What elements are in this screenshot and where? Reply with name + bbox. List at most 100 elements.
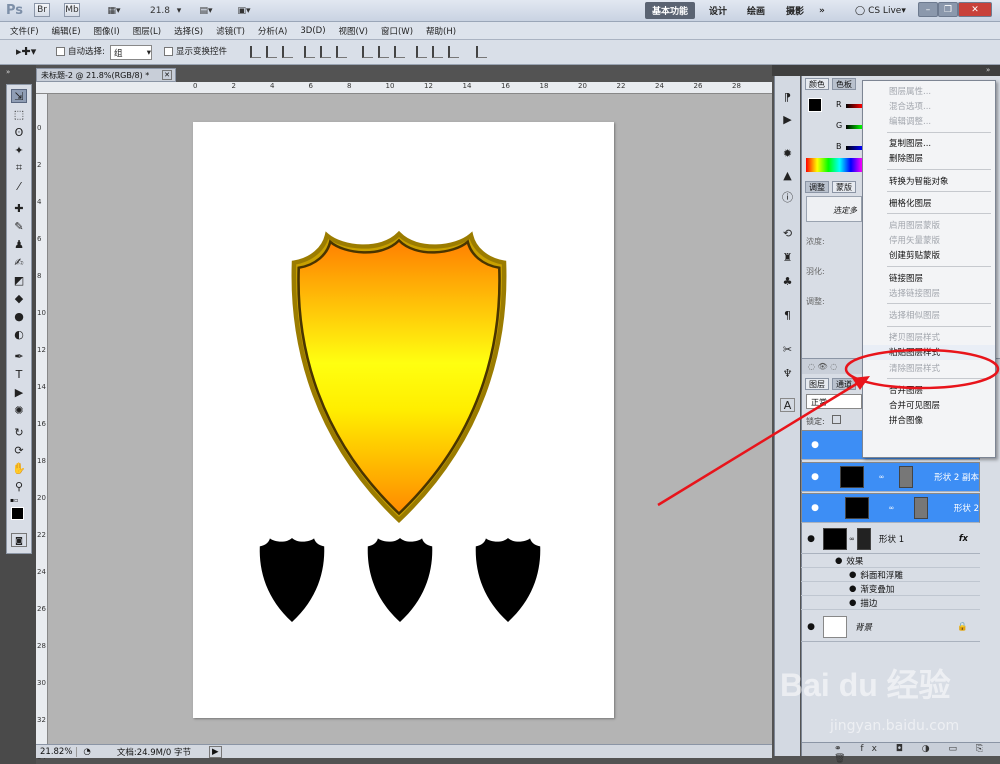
menu-item[interactable]: 复制图层... (863, 136, 995, 151)
menu-item[interactable]: 合并图层 (863, 382, 995, 397)
lock-transparency-icon[interactable] (832, 415, 841, 424)
menu-item: 拷贝图层样式 (889, 333, 941, 344)
menu-item[interactable]: 链接图层 (863, 270, 995, 285)
status-icon[interactable]: ◔ (77, 747, 96, 757)
vector-mask-thumbnail (914, 497, 929, 519)
eye-icon[interactable]: ● (805, 622, 817, 632)
tool-presets-icon[interactable]: ⟲ (780, 226, 795, 240)
history-panel-icon[interactable]: ⁋ (780, 90, 795, 104)
menu-item: 清除图层样式 (889, 363, 941, 374)
effects-header[interactable]: ● 效果 (801, 554, 980, 568)
color-ramp[interactable] (806, 158, 862, 172)
vector-mask-thumbnail (899, 466, 914, 488)
actions-panel-icon[interactable]: ▶ (780, 112, 795, 126)
menu-separator (887, 378, 991, 380)
blend-mode-dropdown[interactable]: 正常 (806, 394, 862, 409)
menu-separator (887, 266, 991, 267)
mask-feather-label: 羽化: (806, 267, 825, 276)
navigator-panel-icon[interactable]: ▲ (780, 168, 795, 182)
fx-badge[interactable]: fx (959, 534, 968, 544)
status-arrow-icon[interactable]: ▶ (208, 745, 222, 758)
menu-item[interactable]: 合并可见图层 (863, 397, 995, 412)
watermark-url: jingyan.baidu.com (830, 718, 960, 734)
eye-icon[interactable]: ● (809, 503, 821, 513)
status-doc-info: 文档:24.9M/0 字节 (116, 747, 191, 758)
tab-color[interactable]: 颜色 (805, 78, 829, 90)
tab-channels[interactable]: 通道 (832, 378, 856, 390)
menu-item: 选择链接图层 (889, 288, 941, 299)
tab-swatches[interactable]: 色板 (832, 78, 856, 90)
slider-g[interactable] (846, 125, 862, 129)
slider-r[interactable] (846, 104, 862, 108)
tab-layers[interactable]: 图层 (805, 378, 829, 390)
link-icon: ∞ (888, 504, 895, 512)
layer-name: 形状 2 副本 (934, 473, 979, 483)
menu-item[interactable]: 创建剪贴蒙版 (863, 248, 995, 263)
eye-icon[interactable]: ● (809, 472, 821, 482)
menu-item[interactable]: 栅格化图层 (863, 195, 995, 210)
menu-item[interactable]: 删除图层 (863, 151, 995, 166)
effects-header-label: 效果 (846, 556, 864, 567)
effect-item[interactable]: ● 斜面和浮雕 (801, 568, 980, 582)
layer-name: 形状 1 (879, 534, 905, 545)
eye-icon[interactable]: ● (849, 584, 856, 594)
watermark-brand: Bai du 经验 (780, 667, 951, 703)
eye-icon[interactable]: ● (835, 556, 842, 566)
large-shield (294, 234, 504, 520)
styles-panel-icon[interactable]: ♆ (780, 366, 795, 380)
mask-adjust-label: 调整: (806, 297, 825, 306)
layer-row[interactable]: ● ∞ 形状 1 fx (801, 524, 980, 554)
brushes-panel-icon[interactable]: ♜ (780, 250, 795, 264)
effect-label: 描边 (860, 598, 878, 609)
layer-name: 背景 (855, 622, 873, 633)
menu-item: 编辑调整... (889, 116, 932, 127)
menu-separator (887, 325, 991, 327)
menu-separator (887, 191, 991, 193)
effect-item[interactable]: ● 渐变叠加 (801, 582, 980, 596)
eye-icon[interactable]: ● (849, 570, 856, 580)
effect-label: 斜面和浮雕 (860, 570, 903, 581)
layer-thumbnail (823, 615, 847, 638)
eye-icon[interactable]: ● (809, 440, 821, 450)
small-shield-1 (259, 538, 325, 622)
layer-row[interactable]: ● ∞ 形状 2 (801, 493, 980, 523)
status-bar: 21.82% ◔ 文档:24.9M/0 字节 ▶ (36, 744, 772, 758)
menu-item[interactable]: 粘贴图层样式 (863, 344, 995, 360)
effect-item[interactable]: ● 描边 (801, 596, 980, 610)
link-icon: ∞ (878, 473, 885, 481)
color-fg-swatch[interactable] (808, 98, 822, 112)
mask-density-label: 浓度: (806, 237, 825, 246)
lock-label: 锁定: (806, 417, 825, 426)
layer-row[interactable]: ● ∞ 形状 2 副本 (801, 462, 980, 492)
eye-icon[interactable]: ● (849, 598, 856, 608)
clone-source-icon[interactable]: ♣ (780, 274, 795, 288)
status-zoom[interactable]: 21.82% (36, 746, 78, 757)
menu-separator (887, 213, 991, 215)
menu-item: 停用矢量蒙版 (889, 236, 941, 247)
menu-separator (887, 169, 991, 170)
mask-selected: 选定多 (806, 196, 862, 222)
slider-b[interactable] (846, 146, 862, 150)
panel-icon-strip: ⁋ ▶ ✹ ▲ ⓘ ⟲ ♜ ♣ ¶ ✂ ♆ A (774, 76, 800, 756)
tab-masks[interactable]: 蒙版 (832, 181, 856, 193)
layer-name: 形状 2 (953, 504, 979, 514)
effect-label: 渐变叠加 (860, 584, 895, 595)
character-panel-icon[interactable]: A (780, 398, 795, 412)
tab-adjustments[interactable]: 调整 (805, 181, 829, 193)
layer-row-background[interactable]: ● 背景 🔒 (801, 612, 980, 642)
watermark: Bai du 经验 jingyan.baidu.com (770, 660, 990, 740)
layer-context-menu: 图层属性... 混合选项... 编辑调整... 复制图层... 删除图层 转换为智能对象栅… (862, 80, 996, 458)
menu-item[interactable]: 拼合图像 (863, 413, 995, 428)
layer-thumbnail (839, 466, 864, 488)
vector-mask-thumbnail (857, 527, 871, 550)
paragraph-panel-icon[interactable]: ¶ (780, 308, 795, 322)
3d-panel-icon[interactable]: ✹ (780, 146, 795, 160)
menu-separator (887, 131, 991, 133)
small-shield-2 (367, 538, 433, 622)
eye-icon[interactable]: ● (805, 534, 817, 544)
info-panel-icon[interactable]: ⓘ (780, 190, 795, 204)
layers-footer-icons[interactable]: ⚭ fx ◘ ◑ ▭ ⎘ 🗑 (802, 742, 1000, 764)
character-tools-icon[interactable]: ✂ (780, 342, 795, 356)
menu-item: 图层属性... (889, 86, 932, 97)
menu-item[interactable]: 转换为智能对象 (863, 173, 995, 188)
